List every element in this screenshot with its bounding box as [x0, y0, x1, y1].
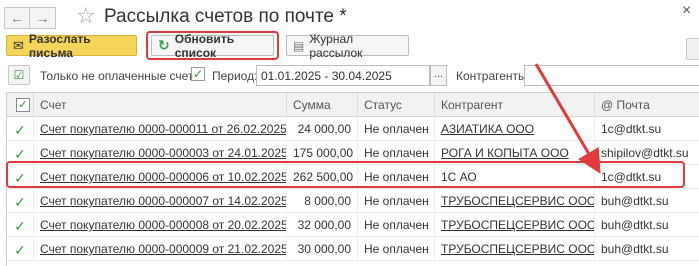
period-label: Период: — [212, 69, 258, 83]
cell-email: buh@dtkt.su — [594, 190, 699, 213]
checkbox-icon: ✓ — [16, 98, 30, 112]
cell-contractor[interactable]: ТРУБОСПЕЦСЕРВИС ООО — [434, 190, 594, 213]
cell-email: buh@dtkt.su — [594, 238, 699, 261]
journal-icon: ▤ — [293, 38, 305, 53]
mailing-log-button[interactable]: ▤ Журнал рассылок — [286, 32, 409, 60]
invoices-table: ✓ Счет Сумма Статус Контрагент @ Почта ✓… — [6, 92, 699, 266]
back-arrow-icon: ← — [10, 10, 24, 26]
row-checkbox[interactable]: ✓ — [7, 214, 33, 237]
cell-status: Не оплачен — [357, 166, 434, 189]
only-unpaid-label: Только не оплаченные счета: — [40, 69, 204, 83]
row-checkbox[interactable]: ✓ — [7, 238, 33, 261]
cell-status: Не оплачен — [357, 214, 434, 237]
contractors-field[interactable] — [524, 65, 699, 86]
cell-invoice[interactable]: Счет покупателю 0000-000003 от 24.01.202… — [33, 142, 286, 165]
check-icon: ✓ — [192, 67, 204, 81]
cell-contractor[interactable]: АЗИАТИКА ООО — [434, 118, 594, 141]
period-field[interactable]: 01.01.2025 - 30.04.2025 — [256, 65, 430, 86]
send-letters-label: Разослать письма — [28, 31, 91, 60]
header-contractor[interactable]: Контрагент — [434, 93, 594, 117]
title-bar: ← → ☆ Рассылка счетов по почте * × — [0, 0, 699, 34]
cell-amount: 8 000,00 — [286, 190, 357, 213]
table-row[interactable]: ✓ Счет покупателю 0000-000007 от 14.02.20… — [7, 190, 699, 213]
cell-invoice[interactable]: Счет покупателю 0000-000011 от 26.02.202… — [33, 118, 286, 141]
star-icon[interactable]: ☆ — [76, 4, 96, 28]
toolbar: ✉ Разослать письма ↻ Обновить список ▤ Ж… — [0, 31, 699, 60]
header-check-column[interactable]: ✓ — [7, 93, 33, 117]
only-unpaid-checkbox[interactable]: ✓ — [191, 67, 205, 81]
row-checkbox[interactable]: ✓ — [7, 166, 33, 189]
cell-amount: 262 500,00 — [286, 166, 357, 189]
header-email[interactable]: @ Почта — [594, 93, 699, 117]
table-header: ✓ Счет Сумма Статус Контрагент @ Почта — [7, 93, 699, 117]
cell-contractor[interactable]: ТРУБОСПЕЦСЕРВИС ООО — [434, 238, 594, 261]
cell-email: 1c@dtkt.su — [594, 166, 699, 189]
cell-email: 1c@dtkt.su — [594, 118, 699, 141]
cell-email: buh@dtkt.su — [594, 214, 699, 237]
table-row[interactable]: ✓ Счет покупателю 0000-000008 от 20.02.20… — [7, 214, 699, 237]
cell-contractor[interactable]: РОГА И КОПЫТА ООО — [434, 142, 594, 165]
select-all-button[interactable]: ☑ — [8, 65, 30, 85]
row-checkbox[interactable]: ✓ — [7, 190, 33, 213]
forward-button[interactable]: → — [30, 7, 56, 29]
table-row[interactable]: ✓ Счет покупателю 0000-000011 от 26.02.20… — [7, 118, 699, 141]
cell-amount: 30 000,00 — [286, 238, 357, 261]
cell-status: Не оплачен — [357, 238, 434, 261]
mailing-log-label: Журнал рассылок — [309, 31, 363, 60]
cell-email: shipilov@dtkt.su — [594, 142, 699, 165]
forward-arrow-icon: → — [35, 10, 50, 26]
refresh-icon: ↻ — [158, 37, 170, 53]
cell-status: Не оплачен — [357, 118, 434, 141]
send-letters-button[interactable]: ✉ Разослать письма — [6, 32, 137, 60]
cell-contractor: 1С АО — [434, 166, 594, 189]
cell-invoice[interactable]: Счет покупателю 0000-000006 от 10.02.202… — [33, 166, 286, 189]
cell-status: Не оплачен — [357, 190, 434, 213]
cell-amount: 32 000,00 — [286, 214, 357, 237]
filter-bar: ☑ Только не оплаченные счета: ✓ Период: … — [0, 63, 699, 87]
cell-invoice[interactable]: Счет покупателю 0000-000009 от 21.02.202… — [33, 238, 286, 261]
nav-buttons: ← → — [4, 7, 56, 29]
row-checkbox[interactable]: ✓ — [7, 118, 33, 141]
close-icon[interactable]: × — [682, 2, 691, 20]
page-title: Рассылка счетов по почте * — [104, 6, 347, 27]
envelope-icon: ✉ — [13, 37, 24, 53]
cell-invoice[interactable]: Счет покупателю 0000-000008 от 20.02.202… — [33, 214, 286, 237]
cell-contractor[interactable]: ТРУБОСПЕЦСЕРВИС ООО — [434, 214, 594, 237]
refresh-list-button[interactable]: ↻ Обновить список — [151, 32, 274, 60]
checkbox-icon: ☑ — [13, 68, 25, 82]
table-row[interactable]: ✓ Счет покупателю 0000-000006 от 10.02.20… — [7, 166, 699, 189]
contractors-label: Контрагенты: — [456, 69, 531, 83]
header-amount[interactable]: Сумма — [286, 93, 357, 117]
row-checkbox[interactable]: ✓ — [7, 142, 33, 165]
table-row[interactable]: ✓ Счет покупателю 0000-000009 от 21.02.20… — [7, 238, 699, 261]
period-select-button[interactable]: ... — [430, 65, 447, 86]
cell-status: Не оплачен — [357, 142, 434, 165]
cell-invoice[interactable]: Счет покупателю 0000-000007 от 14.02.202… — [33, 190, 286, 213]
table-row[interactable]: ✓ Счет покупателю 0000-000003 от 24.01.20… — [7, 142, 699, 165]
header-status[interactable]: Статус — [357, 93, 434, 117]
cell-amount: 175 000,00 — [286, 142, 357, 165]
back-button[interactable]: ← — [4, 7, 30, 29]
header-invoice[interactable]: Счет — [33, 93, 286, 117]
refresh-list-label: Обновить список — [174, 31, 235, 60]
cell-amount: 24 000,00 — [286, 118, 357, 141]
